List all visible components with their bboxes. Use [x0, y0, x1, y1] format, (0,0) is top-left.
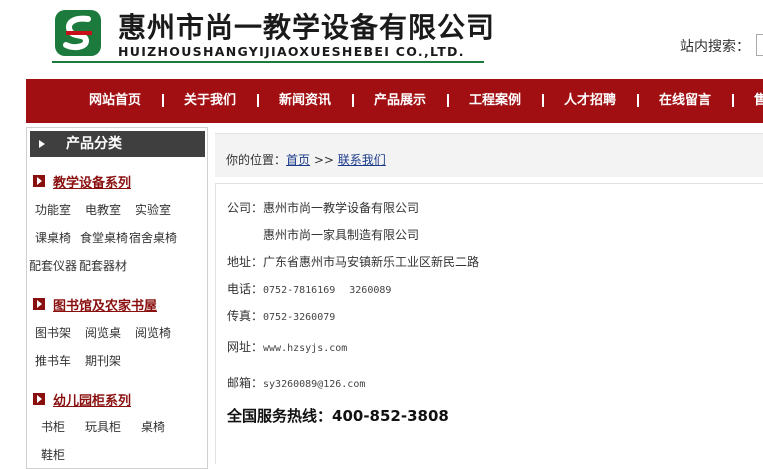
category-item[interactable]: 宿舍桌椅: [129, 229, 177, 246]
nav-item-products[interactable]: 产品展示: [374, 79, 426, 123]
company-name-1: 惠州市尚一教学设备有限公司: [263, 201, 420, 215]
fax-value: 0752-3260079: [263, 312, 336, 323]
breadcrumb-separator: >>: [313, 153, 334, 167]
website-value: www.hzsyjs.com: [263, 343, 348, 354]
category-title[interactable]: 幼儿园柜系列: [53, 390, 131, 409]
nav-separator: [352, 94, 354, 107]
breadcrumb: 你的位置：首页 >> 联系我们: [226, 151, 386, 168]
email-label: 邮箱：: [227, 376, 264, 390]
category-title[interactable]: 图书馆及农家书屋: [53, 295, 157, 314]
nav-separator: [257, 94, 259, 107]
category-item[interactable]: 鞋柜: [41, 446, 65, 463]
category-item[interactable]: 配套器材: [79, 257, 127, 274]
site-search-label: 站内搜索：: [680, 39, 750, 55]
nav-item-news[interactable]: 新闻资讯: [279, 79, 331, 123]
site-search-input[interactable]: [756, 34, 763, 56]
address-label: 地址：: [227, 255, 264, 269]
nav-item-after-sales[interactable]: 售: [754, 79, 763, 123]
category-item[interactable]: 玩具柜: [85, 418, 121, 435]
category-arrow-icon: [33, 175, 45, 187]
company-name-en: HUIZHOUSHANGYIJIAOXUESHEBEI CO.,LTD.: [118, 44, 465, 59]
website-label: 网址：: [227, 340, 264, 354]
triangle-right-icon: [39, 140, 45, 148]
nav-separator: [447, 94, 449, 107]
logo-underline: [52, 61, 484, 63]
breadcrumb-home-link[interactable]: 首页: [286, 153, 310, 167]
sidebar-title: 产品分类: [66, 136, 122, 152]
category-item[interactable]: 书柜: [41, 418, 65, 435]
site-header: 惠州市尚一教学设备有限公司 HUIZHOUSHANGYIJIAOXUESHEBE…: [0, 0, 763, 78]
phone-value-2: 3260089: [349, 285, 392, 296]
address-row: 地址：广东省惠州市马安镇新乐工业区新民二路: [227, 253, 479, 270]
category-item[interactable]: 功能室: [35, 201, 71, 218]
category-item[interactable]: 配套仪器: [29, 257, 77, 274]
phone-value-1: 0752-7816169: [263, 285, 336, 296]
nav-item-jobs[interactable]: 人才招聘: [564, 79, 616, 123]
nav-separator: [162, 94, 164, 107]
company-name-2: 惠州市尚一家具制造有限公司: [263, 228, 420, 242]
category-title[interactable]: 教学设备系列: [53, 172, 131, 191]
fax-row: 传真：0752-3260079: [227, 307, 335, 324]
email-value: sy3260089@126.com: [263, 379, 366, 390]
breadcrumb-current-link[interactable]: 联系我们: [338, 153, 386, 167]
hotline-label: 全国服务热线：: [227, 407, 333, 425]
company-logo-icon: [55, 10, 101, 56]
hotline-number: 400-852-3808: [332, 407, 449, 425]
category-item[interactable]: 期刊架: [85, 352, 121, 369]
company-row: 公司：惠州市尚一教学设备有限公司: [227, 199, 419, 216]
main-nav: 网站首页 关于我们 新闻资讯 产品展示 工程案例 人才招聘 在线留言 售: [26, 79, 763, 123]
category-item[interactable]: 推书车: [35, 352, 71, 369]
website-row: 网址：www.hzsyjs.com: [227, 338, 347, 355]
category-item[interactable]: 阅览椅: [135, 324, 171, 341]
category-item[interactable]: 桌椅: [141, 418, 165, 435]
sidebar-header: 产品分类: [30, 131, 205, 157]
nav-separator: [637, 94, 639, 107]
fax-label: 传真：: [227, 309, 264, 323]
nav-item-message[interactable]: 在线留言: [659, 79, 711, 123]
nav-item-cases[interactable]: 工程案例: [469, 79, 521, 123]
category-item[interactable]: 阅览桌: [85, 324, 121, 341]
company-label: 公司：: [227, 201, 264, 215]
nav-item-about[interactable]: 关于我们: [184, 79, 236, 123]
breadcrumb-prefix: 你的位置：: [226, 153, 287, 167]
category-item[interactable]: 课桌椅: [35, 229, 71, 246]
category-arrow-icon: [33, 298, 45, 310]
phone-label: 电话：: [227, 282, 264, 296]
category-arrow-icon: [33, 393, 45, 405]
product-category-sidebar: 产品分类 教学设备系列 功能室 电教室 实验室 课桌椅 食堂桌椅 宿舍桌椅 配套…: [26, 127, 208, 469]
category-item[interactable]: 食堂桌椅: [80, 229, 128, 246]
address-value: 广东省惠州市马安镇新乐工业区新民二路: [263, 255, 480, 269]
category-item[interactable]: 电教室: [85, 201, 121, 218]
nav-separator: [732, 94, 734, 107]
category-item[interactable]: 图书架: [35, 324, 71, 341]
nav-item-home[interactable]: 网站首页: [89, 79, 141, 123]
email-row: 邮箱：sy3260089@126.com: [227, 374, 365, 391]
contact-info-panel: 公司：惠州市尚一教学设备有限公司 惠州市尚一家具制造有限公司 地址：广东省惠州市…: [215, 183, 763, 464]
company-name-cn: 惠州市尚一教学设备有限公司: [118, 11, 496, 44]
nav-separator: [542, 94, 544, 107]
category-item[interactable]: 实验室: [135, 201, 171, 218]
phone-row: 电话：0752-7816169 3260089: [227, 280, 391, 297]
service-hotline: 全国服务热线：400-852-3808: [227, 405, 449, 426]
breadcrumb-bar: 你的位置：首页 >> 联系我们: [215, 133, 763, 177]
